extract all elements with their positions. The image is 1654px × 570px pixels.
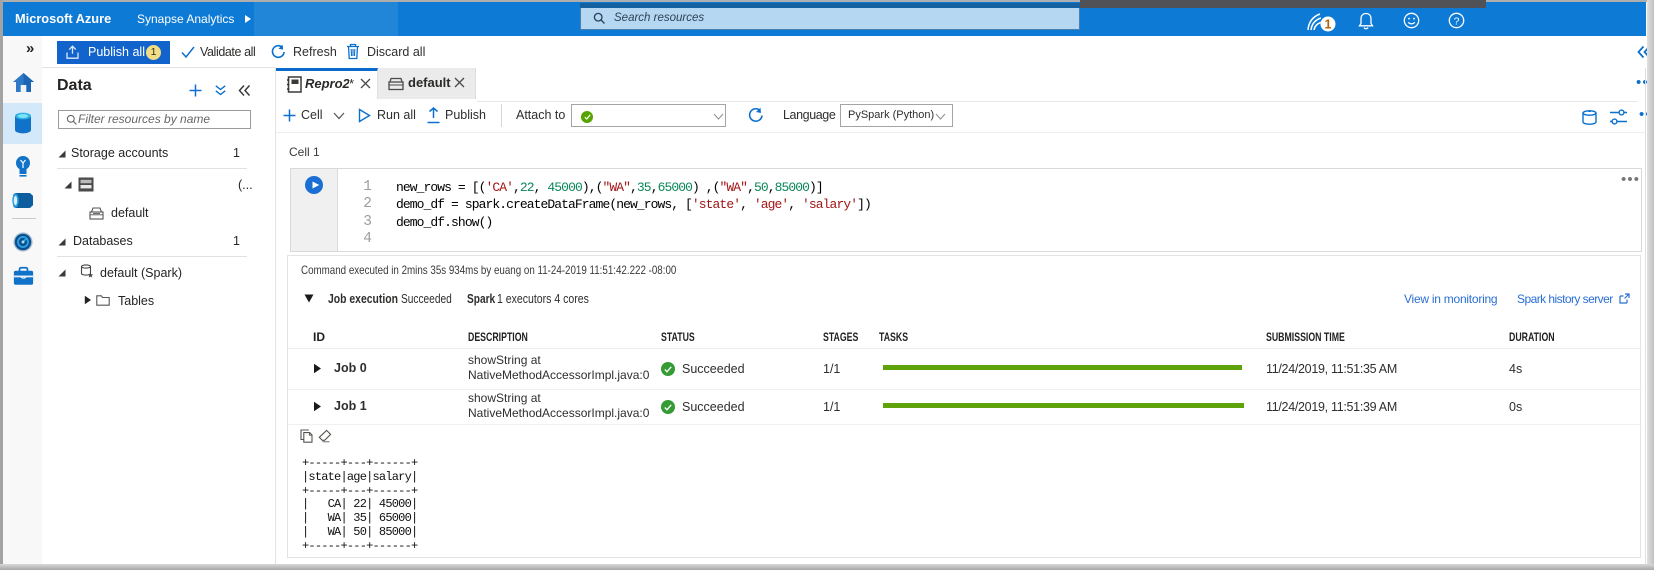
svg-text:1: 1 <box>1325 18 1332 32</box>
svg-text:?: ? <box>1454 15 1460 27</box>
